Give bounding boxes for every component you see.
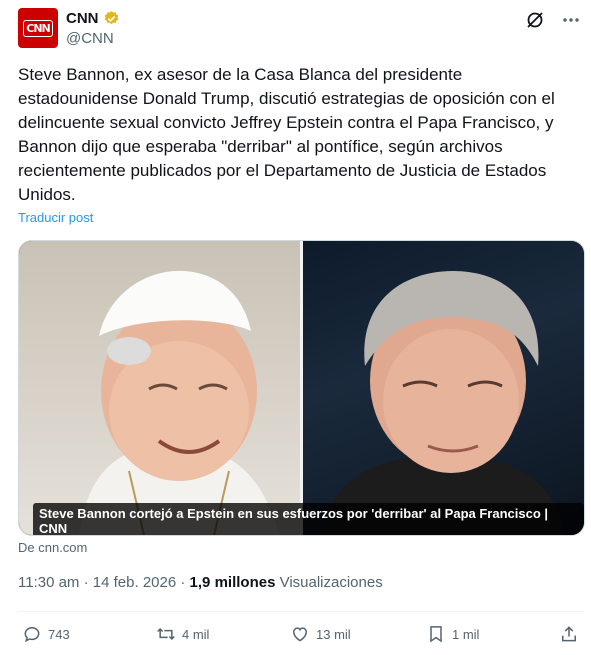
tweet-actions: 743 4 mil 13 mil 1 mil — [18, 624, 583, 648]
tweet-date[interactable]: 14 feb. 2026 — [93, 574, 176, 591]
bookmark-count: 1 mil — [452, 626, 480, 642]
actions-divider — [18, 611, 583, 612]
avatar-logo: CNN — [23, 19, 53, 37]
author-name-line: CNN — [66, 10, 120, 27]
share-button[interactable] — [559, 624, 579, 644]
meta-separator: · — [83, 574, 89, 591]
author-name[interactable]: CNN — [66, 10, 99, 27]
author-handle[interactable]: @CNN — [66, 30, 114, 47]
like-button[interactable]: 13 mil — [290, 624, 351, 644]
reply-count: 743 — [48, 626, 70, 642]
tweet-time[interactable]: 11:30 am — [18, 574, 79, 591]
bookmark-icon — [430, 626, 442, 643]
verified-badge-icon — [104, 11, 118, 25]
media-caption: Steve Bannon cortejó a Epstein en sus es… — [33, 503, 584, 535]
repost-icon — [157, 627, 175, 641]
share-icon — [562, 626, 576, 642]
link-card-image[interactable]: Steve Bannon cortejó a Epstein en sus es… — [18, 240, 585, 536]
like-count: 13 mil — [316, 626, 351, 642]
meta-separator-2: · — [180, 574, 186, 591]
tweet-header: CNN CNN @CNN — [18, 8, 583, 52]
source-link[interactable]: De cnn.com — [18, 540, 87, 555]
reply-button[interactable]: 743 — [22, 624, 70, 644]
repost-button[interactable]: 4 mil — [156, 624, 209, 644]
grok-slash-icon[interactable] — [525, 10, 545, 30]
repost-count: 4 mil — [182, 626, 210, 642]
reply-icon — [24, 626, 40, 643]
heart-icon — [292, 627, 308, 642]
tweet-meta: 11:30 am · 14 feb. 2026 · 1,9 millones V… — [18, 574, 383, 591]
more-icon[interactable] — [561, 10, 581, 30]
header-icons — [525, 10, 581, 30]
translate-post-link[interactable]: Traducir post — [18, 210, 93, 225]
tweet-text: Steve Bannon, ex asesor de la Casa Blanc… — [18, 65, 555, 204]
photo-pope-francis — [19, 241, 300, 535]
views-label: Visualizaciones — [279, 574, 383, 591]
bookmark-button[interactable]: 1 mil — [426, 624, 479, 644]
photo-steve-bannon — [303, 241, 584, 535]
views-count: 1,9 millones — [189, 574, 276, 591]
avatar[interactable]: CNN — [18, 8, 58, 48]
